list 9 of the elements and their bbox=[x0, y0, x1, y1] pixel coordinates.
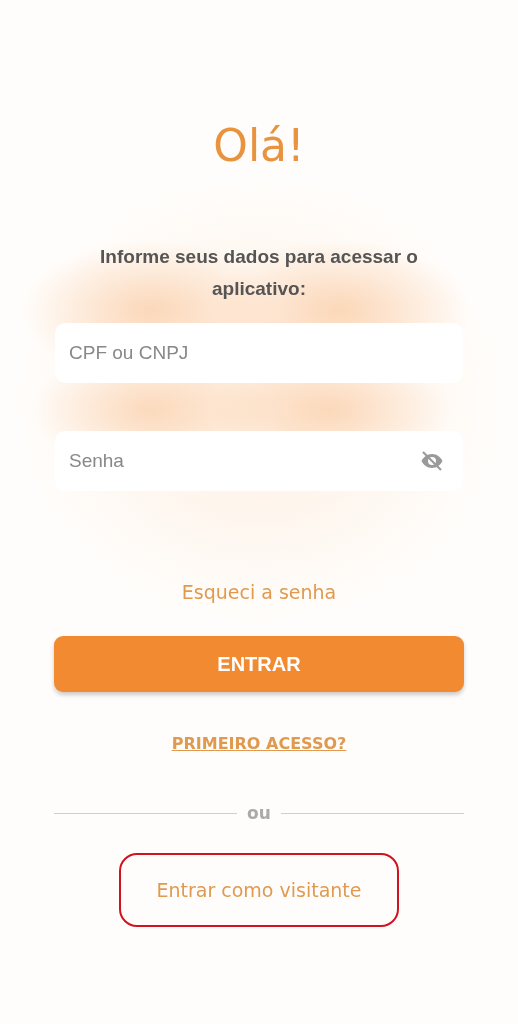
divider-text: ou bbox=[247, 803, 271, 823]
greeting-title: Olá! bbox=[213, 120, 305, 171]
forgot-password-link[interactable]: Esqueci a senha bbox=[181, 581, 337, 603]
instructions-text: Informe seus dados para acessar o aplicativo: bbox=[99, 245, 419, 301]
login-button[interactable]: ENTRAR bbox=[54, 636, 464, 692]
first-access-link[interactable]: PRIMEIRO ACESSO? bbox=[171, 734, 347, 753]
password-field[interactable]: Senha bbox=[55, 431, 463, 491]
guest-link[interactable]: Entrar como visitante bbox=[119, 853, 399, 927]
document-field[interactable]: CPF ou CNPJ bbox=[55, 323, 463, 383]
